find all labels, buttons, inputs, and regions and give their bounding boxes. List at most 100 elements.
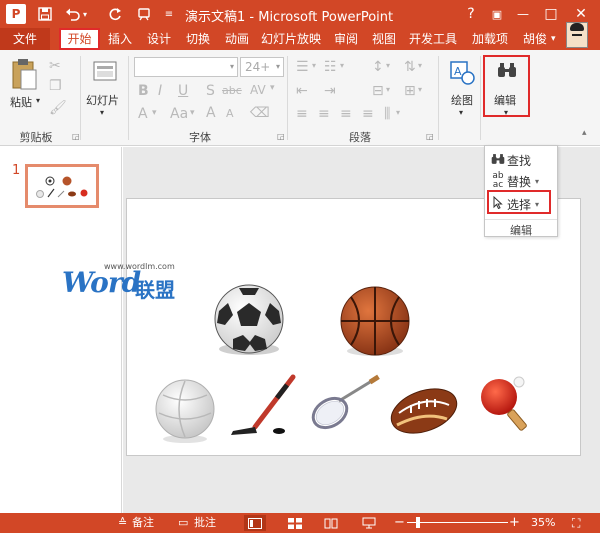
numbering-icon[interactable]: ☷ xyxy=(324,59,337,75)
comments-icon[interactable]: ▭ xyxy=(178,513,188,533)
tab-review[interactable]: 审阅 xyxy=(328,28,364,50)
text-direction-icon[interactable]: ⇅ xyxy=(404,59,416,75)
italic-button[interactable]: I xyxy=(158,83,162,99)
text-direction-dropdown-icon[interactable]: ▾ xyxy=(418,61,422,70)
cut-icon[interactable]: ✂ xyxy=(49,58,61,74)
slide-sorter-view-icon[interactable] xyxy=(284,515,306,531)
tab-addins[interactable]: 加载项 xyxy=(466,28,514,50)
ribbon-display-icon[interactable]: ▣ xyxy=(486,3,508,25)
hockey-stick-image[interactable] xyxy=(231,374,296,435)
ping-pong-paddle-image[interactable] xyxy=(481,376,527,431)
align-text-dropdown-icon[interactable]: ▾ xyxy=(386,85,390,94)
slide-thumbnail[interactable] xyxy=(25,164,99,208)
align-left-icon[interactable]: ≡ xyxy=(296,106,308,122)
rugby-ball-image[interactable] xyxy=(385,381,463,442)
character-spacing-dropdown-icon[interactable]: ▾ xyxy=(270,83,275,93)
line-spacing-icon[interactable]: ↕ xyxy=(372,59,384,75)
badminton-racket-image[interactable] xyxy=(308,374,380,434)
new-slide-label[interactable]: 幻灯片 xyxy=(86,92,119,108)
collapse-ribbon-icon[interactable]: ▴ xyxy=(582,128,587,138)
new-slide-icon[interactable] xyxy=(92,58,118,87)
minimize-button[interactable]: — xyxy=(512,3,534,25)
change-case-dropdown-icon[interactable]: ▾ xyxy=(190,108,195,118)
customize-quick-access-icon[interactable]: ≡ xyxy=(158,4,180,24)
tab-animations[interactable]: 动画 xyxy=(219,28,255,50)
align-right-icon[interactable]: ≡ xyxy=(340,106,352,122)
drawing-label[interactable]: 绘图 xyxy=(451,92,473,108)
tab-design[interactable]: 设计 xyxy=(141,28,177,50)
columns-icon[interactable]: ⫼ xyxy=(384,106,390,122)
user-name[interactable]: 胡俊 xyxy=(523,28,547,50)
replace-menu-item[interactable]: ab ac 替换 ▾ xyxy=(489,171,555,191)
tab-view[interactable]: 视图 xyxy=(366,28,402,50)
fit-to-window-icon[interactable]: ⛶ xyxy=(572,513,580,533)
paste-dropdown-icon[interactable]: ▾ xyxy=(36,96,40,105)
line-spacing-dropdown-icon[interactable]: ▾ xyxy=(386,61,390,70)
avatar[interactable] xyxy=(566,22,588,48)
notes-button[interactable]: 备注 xyxy=(132,513,154,533)
drawing-icon[interactable]: A xyxy=(450,60,476,89)
user-dropdown-icon[interactable]: ▾ xyxy=(551,28,556,50)
underline-button[interactable]: U xyxy=(178,83,188,99)
tab-slideshow[interactable]: 幻灯片放映 xyxy=(257,28,325,50)
normal-view-icon[interactable] xyxy=(244,515,266,531)
font-color-dropdown-icon[interactable]: ▾ xyxy=(152,108,157,118)
character-spacing-button[interactable]: AV xyxy=(250,83,266,97)
slideshow-view-icon[interactable] xyxy=(358,515,380,531)
font-launcher-icon[interactable]: ◲ xyxy=(277,132,285,141)
format-painter-icon[interactable]: 🖌 xyxy=(49,100,67,116)
zoom-in-button[interactable]: + xyxy=(509,513,520,533)
help-button[interactable]: ? xyxy=(460,3,482,25)
smartart-dropdown-icon[interactable]: ▾ xyxy=(418,85,422,94)
comments-button[interactable]: 批注 xyxy=(194,513,216,533)
restore-button[interactable]: □ xyxy=(540,3,562,25)
smartart-icon[interactable]: ⊞ xyxy=(404,83,416,99)
font-color-button[interactable]: A xyxy=(138,106,148,122)
numbering-dropdown-icon[interactable]: ▾ xyxy=(340,61,344,70)
strikethrough-button[interactable]: S xyxy=(206,83,215,99)
increase-indent-icon[interactable]: ⇥ xyxy=(324,83,336,99)
grow-font-button[interactable]: A xyxy=(206,105,216,121)
tab-developer[interactable]: 开发工具 xyxy=(404,28,462,50)
paste-icon[interactable] xyxy=(10,58,38,95)
tab-home[interactable]: 开始 xyxy=(59,28,100,50)
soccer-ball-image[interactable] xyxy=(214,284,284,355)
paste-label[interactable]: 粘贴 xyxy=(10,94,32,110)
clipboard-launcher-icon[interactable]: ◲ xyxy=(72,132,80,141)
decrease-indent-icon[interactable]: ⇤ xyxy=(296,83,308,99)
undo-dropdown-icon[interactable]: ▾ xyxy=(80,4,90,24)
bullets-dropdown-icon[interactable]: ▾ xyxy=(312,61,316,70)
shrink-font-button[interactable]: A xyxy=(226,107,234,120)
find-menu-item[interactable]: 查找 xyxy=(489,150,555,170)
notes-icon[interactable]: ≙ xyxy=(118,513,127,533)
tab-insert[interactable]: 插入 xyxy=(102,28,138,50)
zoom-level[interactable]: 35% xyxy=(531,513,555,533)
align-text-icon[interactable]: ⊟ xyxy=(372,83,384,99)
bold-button[interactable]: B xyxy=(138,83,149,99)
font-size-combo[interactable]: 24+ ▾ xyxy=(240,57,284,77)
copy-icon[interactable]: ❐ xyxy=(49,78,62,94)
align-center-icon[interactable]: ≡ xyxy=(318,106,330,122)
tab-file[interactable]: 文件 xyxy=(0,28,50,50)
font-name-combo[interactable]: ▾ xyxy=(134,57,238,77)
bullets-icon[interactable]: ☰ xyxy=(296,59,309,75)
reading-view-icon[interactable] xyxy=(320,515,342,531)
text-shadow-button[interactable]: abc xyxy=(222,84,242,97)
zoom-slider-thumb[interactable] xyxy=(416,517,420,528)
paragraph-launcher-icon[interactable]: ◲ xyxy=(426,132,434,141)
drawing-dropdown-icon[interactable]: ▾ xyxy=(459,108,463,117)
new-slide-dropdown-icon[interactable]: ▾ xyxy=(100,108,104,117)
save-icon[interactable] xyxy=(34,4,56,24)
change-case-button[interactable]: Aa xyxy=(170,106,188,122)
replace-dropdown-icon[interactable]: ▾ xyxy=(535,177,539,186)
justify-icon[interactable]: ≡ xyxy=(362,106,374,122)
clear-formatting-icon[interactable]: ⌫ xyxy=(250,105,270,121)
columns-dropdown-icon[interactable]: ▾ xyxy=(396,108,400,117)
slideshow-icon[interactable] xyxy=(134,4,156,24)
zoom-out-button[interactable]: − xyxy=(394,513,405,533)
tab-transitions[interactable]: 切换 xyxy=(180,28,216,50)
basketball-image[interactable] xyxy=(340,286,410,356)
volleyball-image[interactable] xyxy=(155,379,215,443)
zoom-slider-track[interactable] xyxy=(407,522,508,523)
redo-icon[interactable] xyxy=(104,4,126,24)
